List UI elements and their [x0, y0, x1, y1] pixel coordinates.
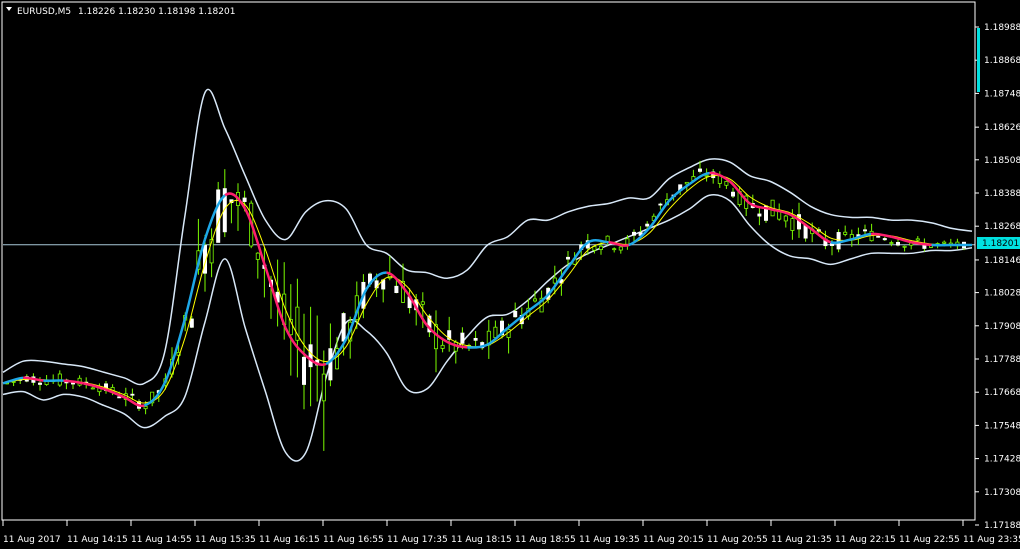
- candle-body: [902, 245, 907, 248]
- symbol-label: EURUSD,M5: [17, 7, 71, 17]
- candle-body: [777, 211, 782, 220]
- y-tick-label: 1.18268: [984, 222, 1020, 232]
- x-tick-label: 11 Aug 2017: [3, 535, 61, 545]
- candle-body: [724, 181, 729, 186]
- candle-body: [876, 235, 881, 238]
- candle-body: [117, 396, 122, 399]
- y-tick-label: 1.17188: [984, 521, 1020, 531]
- candle-body: [308, 344, 313, 368]
- candle-body: [189, 318, 194, 328]
- x-tick-label: 11 Aug 16:15: [259, 535, 320, 545]
- chart-background: [0, 0, 1020, 549]
- candle-body: [513, 310, 518, 318]
- candle-body: [493, 326, 498, 339]
- candle-body: [645, 223, 650, 227]
- candle-body: [658, 203, 663, 206]
- candle-body: [473, 338, 478, 341]
- candle-body: [790, 218, 795, 231]
- candle-body: [889, 242, 894, 244]
- y-tick-label: 1.18388: [984, 189, 1020, 199]
- candle-body: [882, 238, 887, 241]
- x-tick-label: 11 Aug 14:55: [131, 535, 192, 545]
- candle-body: [143, 406, 148, 410]
- y-tick-label: 1.17788: [984, 355, 1020, 365]
- y-tick-label: 1.17548: [984, 421, 1020, 431]
- candle-body: [599, 245, 604, 250]
- price-chart[interactable]: 1.18988 1.18868 1.18748 1.18626 1.18508 1.183…: [0, 0, 1020, 549]
- y-tick-label: 1.17428: [984, 455, 1020, 465]
- candle-body: [942, 241, 947, 244]
- x-tick-label: 11 Aug 19:35: [579, 535, 640, 545]
- x-tick-label: 11 Aug 20:15: [643, 535, 704, 545]
- candle-body: [301, 356, 306, 385]
- y-tick-label: 1.18028: [984, 289, 1020, 299]
- candle-body: [533, 298, 538, 302]
- candle-body: [216, 189, 221, 243]
- x-tick-label: 11 Aug 16:55: [323, 535, 384, 545]
- candle-body: [394, 285, 399, 294]
- y-tick-label: 1.18868: [984, 56, 1020, 66]
- y-tick-label: 1.17668: [984, 388, 1020, 398]
- candle-body: [731, 191, 736, 197]
- candle-body: [552, 277, 557, 284]
- candle-body: [757, 213, 762, 217]
- candle-body: [328, 348, 333, 381]
- y-tick-label: 1.17308: [984, 488, 1020, 498]
- candle-body: [632, 231, 637, 236]
- candle-body: [38, 382, 43, 385]
- candle-body: [915, 238, 920, 241]
- candle-body: [71, 382, 76, 385]
- candle-body: [255, 252, 260, 260]
- candle-body: [783, 215, 788, 222]
- x-tick-label: 11 Aug 20:55: [707, 535, 768, 545]
- candle-body: [843, 231, 848, 235]
- candle-body: [460, 332, 465, 344]
- x-tick-label: 11 Aug 23:35: [963, 535, 1020, 545]
- y-tick-label: 1.18748: [984, 89, 1020, 99]
- candle-body: [130, 393, 135, 396]
- x-tick-label: 11 Aug 18:15: [451, 535, 512, 545]
- candle-body: [321, 373, 326, 402]
- x-tick-label: 11 Aug 17:35: [387, 535, 448, 545]
- ohlc-values: 1.18226 1.18230 1.18198 1.18201: [78, 7, 235, 17]
- candle-body: [566, 256, 571, 260]
- candle-body: [341, 313, 346, 342]
- current-price-label: 1.18201: [982, 239, 1019, 249]
- x-tick-label: 11 Aug 14:15: [67, 535, 128, 545]
- candle-body: [803, 225, 808, 239]
- candle-body: [612, 248, 617, 251]
- y-tick-label: 1.18626: [984, 123, 1020, 133]
- price-tag: 1.18201: [977, 237, 1020, 249]
- y-tick-label: 1.17908: [984, 322, 1020, 332]
- candle-body: [618, 246, 623, 251]
- scroll-indicator[interactable]: [977, 28, 980, 92]
- x-tick-label: 11 Aug 18:55: [515, 535, 576, 545]
- x-tick-label: 11 Aug 21:35: [771, 535, 832, 545]
- candle-body: [896, 241, 901, 246]
- candle-body: [836, 232, 841, 250]
- chart-header[interactable]: EURUSD,M5 1.18226 1.18230 1.18198 1.1820…: [6, 7, 235, 17]
- x-tick-label: 11 Aug 22:15: [835, 535, 896, 545]
- y-tick-label: 1.18988: [984, 23, 1020, 33]
- x-tick-label: 11 Aug 15:35: [195, 535, 256, 545]
- candle-body: [698, 168, 703, 172]
- candle-body: [863, 229, 868, 232]
- y-tick-label: 1.18508: [984, 156, 1020, 166]
- y-tick-label: 1.18146: [984, 256, 1020, 266]
- candle-body: [440, 344, 445, 349]
- candle-body: [420, 301, 425, 305]
- candle-body: [242, 197, 247, 202]
- candle-body: [90, 387, 95, 390]
- x-tick-label: 11 Aug 22:55: [899, 535, 960, 545]
